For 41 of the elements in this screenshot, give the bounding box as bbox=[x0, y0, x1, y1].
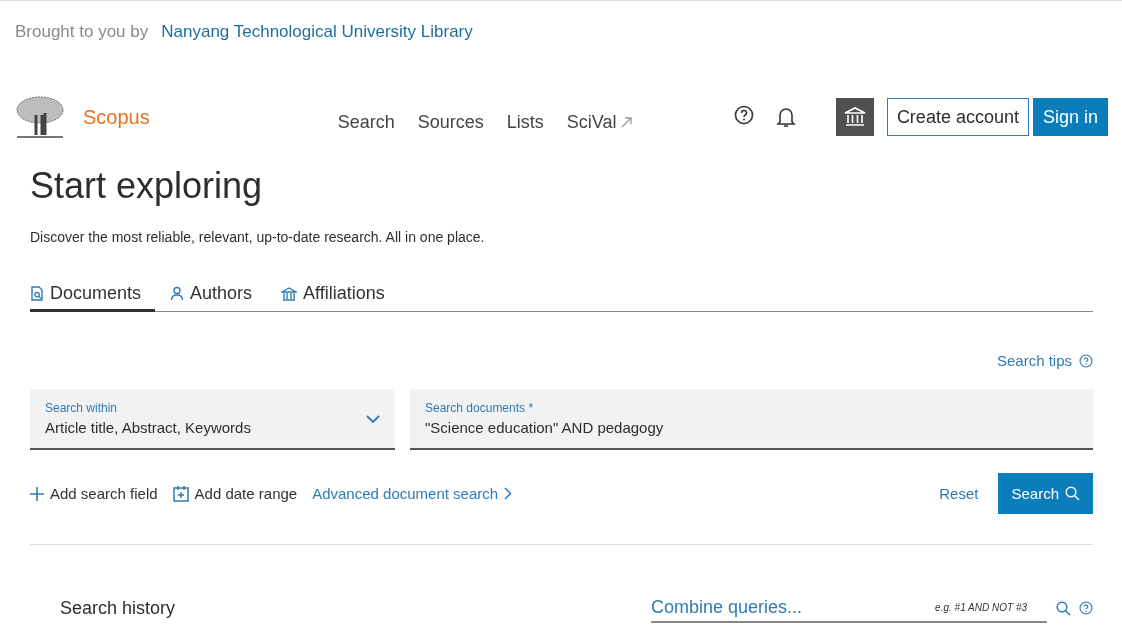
plus-icon bbox=[30, 486, 44, 501]
person-icon bbox=[170, 286, 185, 301]
field-label: Search documents * bbox=[425, 401, 535, 415]
search-tips-link[interactable]: Search tips bbox=[996, 352, 1072, 369]
institution-link[interactable]: Nanyang Technological University Library bbox=[161, 22, 473, 42]
search-option-link[interactable]: Add date range bbox=[172, 485, 298, 502]
search-within-dropdown[interactable]: Search within Article title, Abstract, Keywords bbox=[30, 389, 395, 450]
query-example-hint: e.g. #1 AND NOT #3 bbox=[935, 601, 1027, 613]
chevron-right-icon bbox=[504, 487, 513, 500]
search-icon[interactable] bbox=[1056, 600, 1071, 616]
page-subtitle: Discover the most reliable, relevant, up-to-date research. All in one place. bbox=[30, 229, 486, 245]
help-icon[interactable] bbox=[733, 105, 754, 125]
building-icon bbox=[281, 286, 298, 301]
search-tab[interactable]: Authors bbox=[156, 280, 267, 312]
institution-button[interactable] bbox=[835, 98, 874, 136]
calendar-plus-icon bbox=[172, 485, 189, 502]
search-documents-input[interactable]: "Science education" AND pedagogy bbox=[425, 419, 1078, 436]
search-tab[interactable]: Documents bbox=[30, 280, 156, 312]
search-icon bbox=[1065, 486, 1080, 501]
tree-logo-icon[interactable] bbox=[15, 95, 65, 139]
institution-icon bbox=[843, 107, 866, 127]
nav-link[interactable]: Sources bbox=[417, 111, 484, 133]
search-tab[interactable]: Affiliations bbox=[267, 280, 399, 312]
search-documents-field[interactable]: Search documents * "Science education" AND pedagogy bbox=[410, 389, 1093, 450]
search-button[interactable]: Search bbox=[998, 473, 1093, 514]
bell-icon[interactable] bbox=[775, 106, 796, 128]
reset-button[interactable]: Reset bbox=[933, 484, 985, 503]
sign-in-button[interactable]: Sign in bbox=[1032, 98, 1108, 136]
create-account-button[interactable]: Create account bbox=[886, 98, 1029, 136]
chevron-down-icon bbox=[366, 415, 380, 424]
combine-queries-field[interactable]: Combine queries... bbox=[651, 596, 936, 618]
page-title: Start exploring bbox=[30, 165, 264, 207]
search-history-title: Search history bbox=[60, 597, 176, 619]
document-search-icon bbox=[30, 286, 44, 301]
provider-label: Brought to you by bbox=[15, 22, 149, 42]
search-option-link[interactable]: Add search field bbox=[30, 485, 158, 502]
nav-link[interactable]: Search bbox=[337, 111, 395, 133]
nav-link[interactable]: SciVal bbox=[566, 111, 632, 133]
external-link-icon bbox=[620, 116, 632, 128]
search-option-link[interactable]: Advanced document search bbox=[312, 485, 513, 502]
nav-link[interactable]: Lists bbox=[506, 111, 544, 133]
